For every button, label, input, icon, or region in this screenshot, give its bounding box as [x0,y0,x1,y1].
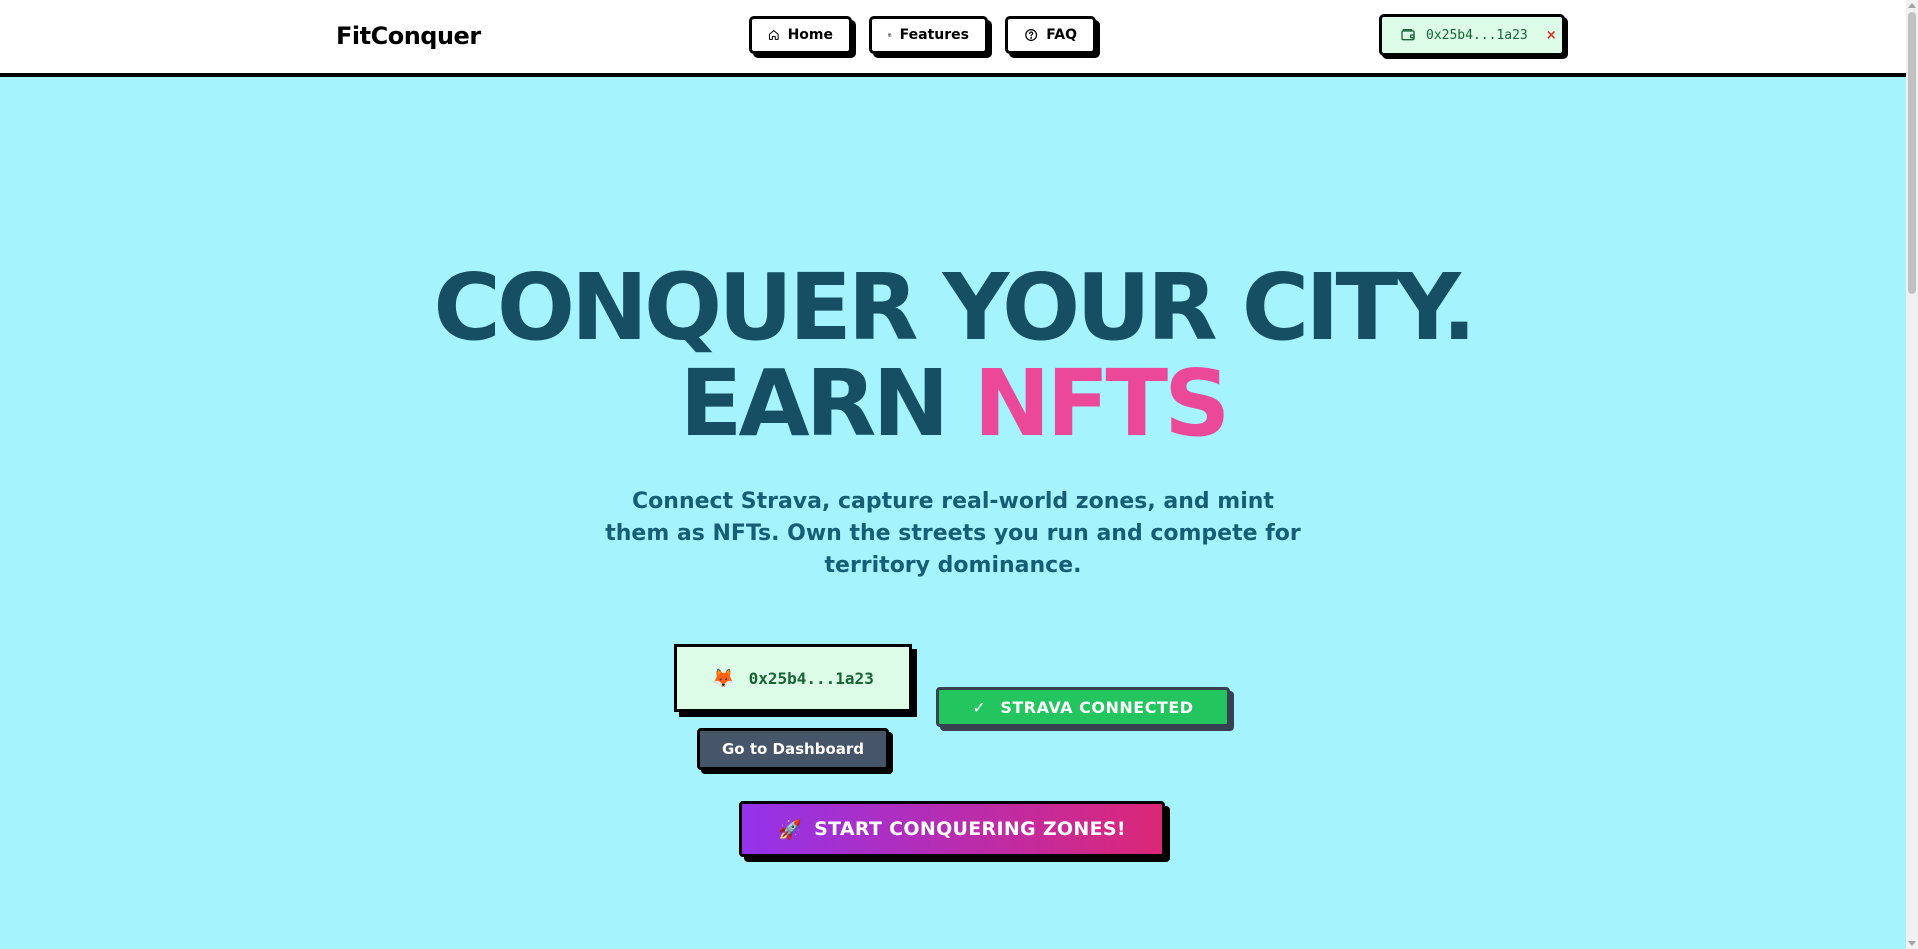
start-conquering-button[interactable]: 🚀 START CONQUERING ZONES! [739,801,1165,857]
hero-subtitle: Connect Strava, capture real-world zones… [605,489,1301,578]
top-navbar: FitConquer Home Features FAQ 0x25b4...1a… [0,0,1906,77]
scroll-up-arrow-icon[interactable] [1908,3,1916,8]
nav-faq-button[interactable]: FAQ [1005,16,1096,54]
go-to-dashboard-button[interactable]: Go to Dashboard [697,728,889,770]
strava-connected-label: STRAVA CONNECTED [1000,697,1194,717]
hero-title-line1: CONQUER YOUR CITY. [433,254,1476,361]
connected-wallet-box[interactable]: 🦊 0x25b4...1a23 [674,644,912,712]
grid-icon [888,33,892,37]
strava-connected-button[interactable]: ✓ STRAVA CONNECTED [936,687,1230,727]
rocket-icon: 🚀 [778,818,803,841]
wallet-address: 0x25b4...1a23 [1426,27,1528,43]
disconnect-wallet-button[interactable]: × [1546,28,1557,43]
wallet-status-pill[interactable]: 0x25b4...1a23 × [1379,14,1565,56]
page-scrollbar[interactable] [1906,0,1918,949]
question-icon [1025,29,1038,41]
scrollbar-thumb[interactable] [1908,12,1916,294]
nav-home-label: Home [787,27,833,43]
hero-earn-text: EARN [679,350,950,457]
home-icon [768,30,779,40]
nav-features-button[interactable]: Features [869,16,988,54]
logo[interactable]: FitConquer [336,22,481,50]
check-icon: ✓ [972,697,987,717]
wallet-address-display: 0x25b4...1a23 [748,668,874,688]
nav-faq-label: FAQ [1046,27,1077,43]
start-conquering-label: START CONQUERING ZONES! [814,818,1126,840]
hero-nfts-text: NFTS [973,350,1231,457]
hero-title-line2: EARN NFTS [0,358,1906,450]
metamask-fox-icon: 🦊 [712,667,735,689]
wallet-icon [1401,29,1415,41]
nav-home-button[interactable]: Home [749,16,852,54]
nav-features-label: Features [899,27,969,43]
scroll-down-arrow-icon[interactable] [1908,941,1916,946]
